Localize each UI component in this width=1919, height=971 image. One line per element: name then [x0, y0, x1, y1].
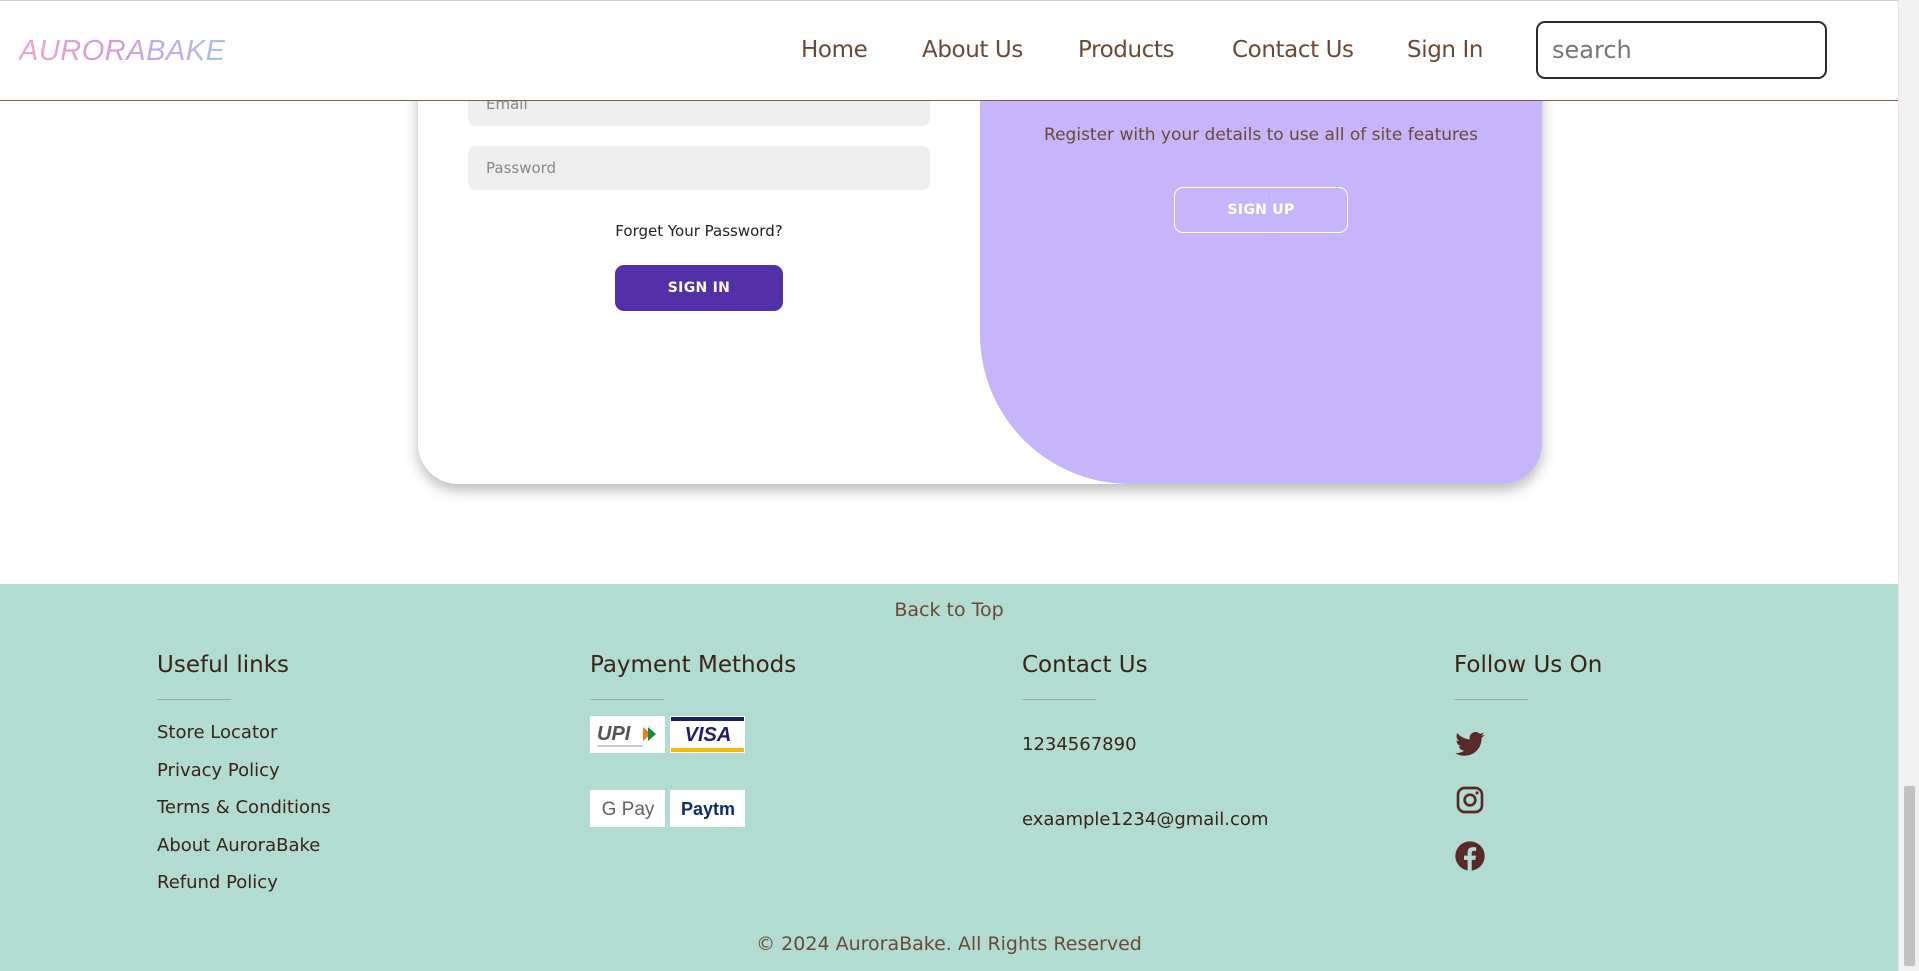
nav-contact-us[interactable]: Contact Us	[1232, 37, 1354, 63]
heading-divider	[1454, 699, 1528, 700]
twitter-icon[interactable]	[1454, 728, 1486, 760]
register-panel: Register with your details to use all of…	[980, 60, 1542, 484]
facebook-icon[interactable]	[1454, 840, 1486, 872]
useful-links-column: Useful links Store Locator Privacy Polic…	[157, 652, 331, 908]
visa-logo: VISA	[670, 716, 745, 753]
payment-row-2: G Pay Paytm	[590, 790, 745, 827]
heading-divider	[590, 699, 664, 700]
link-terms-conditions[interactable]: Terms & Conditions	[157, 795, 331, 833]
link-about-aurorabake[interactable]: About AuroraBake	[157, 833, 331, 871]
contact-column: Contact Us 1234567890 exaample1234@gmail…	[1022, 652, 1322, 852]
auth-card: Forget Your Password? SIGN IN Register w…	[418, 60, 1542, 484]
link-store-locator[interactable]: Store Locator	[157, 720, 331, 758]
sign-up-button[interactable]: SIGN UP	[1174, 187, 1348, 233]
back-to-top-link[interactable]: Back to Top	[0, 599, 1898, 621]
svg-text:UPI: UPI	[597, 723, 631, 745]
link-refund-policy[interactable]: Refund Policy	[157, 870, 331, 908]
contact-phone[interactable]: 1234567890	[1022, 734, 1137, 755]
follow-column: Follow Us On	[1454, 652, 1654, 872]
forgot-password-link[interactable]: Forget Your Password?	[468, 222, 930, 240]
contact-email[interactable]: exaample1234@gmail.com	[1022, 809, 1268, 830]
scrollbar-thumb[interactable]	[1904, 786, 1915, 966]
footer: Back to Top Useful links Store Locator P…	[0, 584, 1898, 971]
link-privacy-policy[interactable]: Privacy Policy	[157, 758, 331, 796]
useful-links-heading: Useful links	[157, 652, 290, 678]
payment-methods-heading: Payment Methods	[590, 652, 797, 678]
svg-text:Paytm: Paytm	[680, 799, 734, 819]
page-scrollbar[interactable]	[1898, 0, 1919, 971]
brand-logo[interactable]: AURORABAKE	[19, 35, 225, 68]
upi-logo: UPI	[590, 716, 665, 753]
nav-about-us[interactable]: About Us	[922, 37, 1023, 63]
svg-text:G Pay: G Pay	[601, 799, 654, 820]
nav-products[interactable]: Products	[1078, 37, 1175, 63]
heading-divider	[157, 699, 231, 700]
sign-in-button[interactable]: SIGN IN	[615, 265, 783, 311]
heading-divider	[1022, 699, 1096, 700]
payment-row-1: UPI VISA	[590, 716, 745, 753]
navbar: AURORABAKE Home About Us Products Contac…	[0, 0, 1898, 101]
copyright-text: © 2024 AuroraBake. All Rights Reserved	[756, 933, 1142, 955]
password-field[interactable]	[468, 146, 930, 190]
payment-methods-column: Payment Methods UPI VISA G Pay Paytm	[590, 652, 797, 852]
gpay-logo: G Pay	[590, 790, 665, 827]
nav-home[interactable]: Home	[801, 37, 868, 63]
contact-heading: Contact Us	[1022, 652, 1148, 678]
nav-sign-in[interactable]: Sign In	[1407, 37, 1483, 63]
follow-heading: Follow Us On	[1454, 652, 1603, 678]
svg-text:VISA: VISA	[684, 724, 731, 746]
instagram-icon[interactable]	[1454, 784, 1486, 816]
paytm-logo: Paytm	[670, 790, 745, 827]
search-input[interactable]	[1536, 21, 1827, 79]
register-text: Register with your details to use all of…	[1044, 125, 1478, 145]
useful-links-list: Store Locator Privacy Policy Terms & Con…	[157, 720, 331, 908]
